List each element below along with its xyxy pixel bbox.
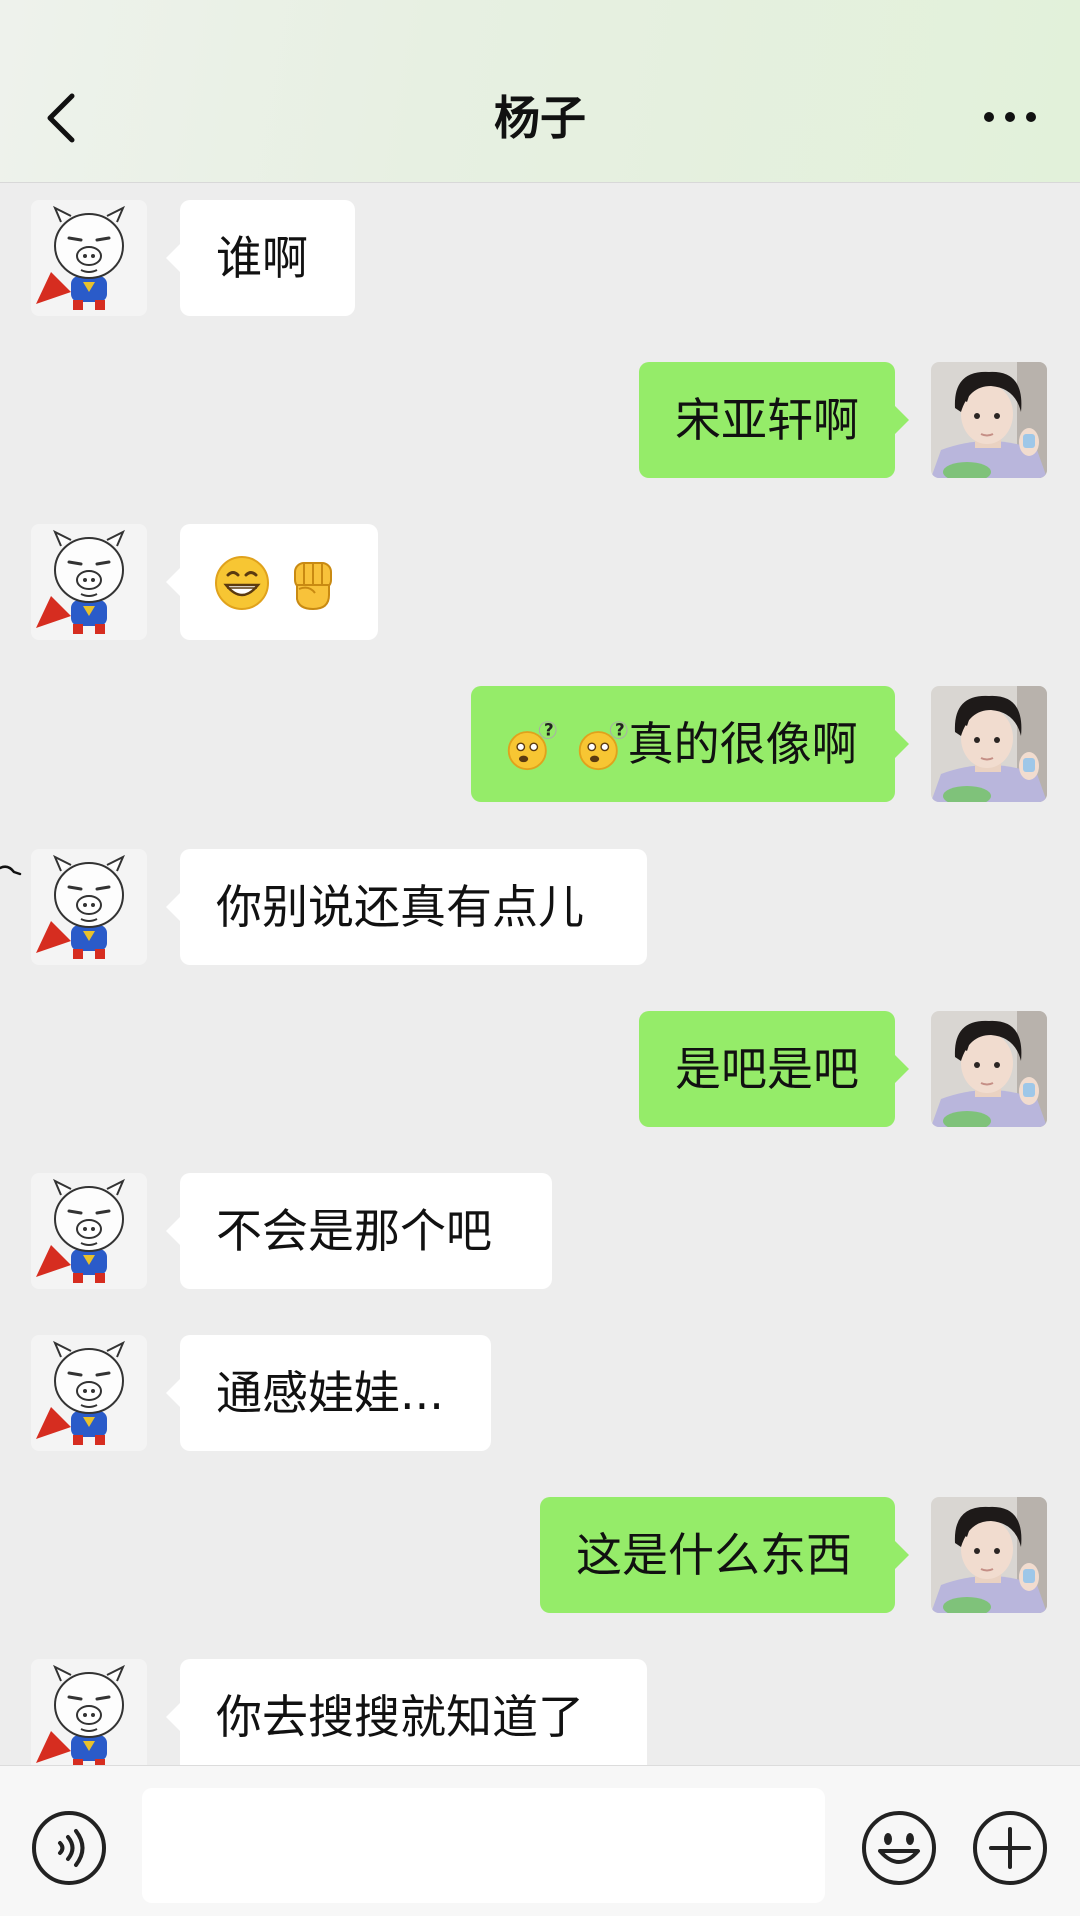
contact-avatar[interactable] [31,1173,147,1289]
message-sent: 是吧是吧 [0,1011,1080,1127]
message-received: 通感娃娃... [0,1335,1080,1451]
message-bubble[interactable]: 宋亚轩啊 [639,362,909,478]
emoji-icon[interactable] [860,1809,938,1887]
voice-icon[interactable] [30,1809,108,1887]
message-received: 不会是那个吧 [0,1173,1080,1289]
message-bubble[interactable]: 你别说还真有点儿 [166,849,647,965]
contact-avatar[interactable] [31,1659,147,1765]
contact-avatar[interactable] [31,524,147,640]
user-avatar[interactable] [931,1497,1047,1613]
user-avatar[interactable] [931,686,1047,802]
message-bubble[interactable]: 不会是那个吧 [166,1173,552,1289]
message-received: 谁啊 [0,200,1080,316]
user-avatar[interactable] [931,1011,1047,1127]
input-bar [0,1765,1080,1916]
message-bubble[interactable]: 这是什么东西 [540,1497,909,1613]
message-bubble[interactable]: ? ? 真的很像啊 [471,686,909,802]
confused-face-question-icon: ? [578,719,628,770]
message-sent: 这是什么东西 [0,1497,1080,1613]
edge-mark [0,865,22,876]
message-text: 真的很像啊 [627,717,858,771]
message-bubble[interactable]: 你去搜搜就知道了 [166,1659,647,1765]
user-avatar[interactable] [931,362,1047,478]
message-input[interactable] [142,1788,825,1903]
raised-fist-icon [293,561,332,610]
message-received: 你别说还真有点儿 [0,849,1080,965]
message-bubble[interactable]: 通感娃娃... [166,1335,491,1451]
chat-header: 杨子 [0,0,1080,183]
grinning-face-icon [215,555,269,610]
plus-icon[interactable] [971,1809,1049,1887]
confused-face-question-icon: ? [507,719,557,770]
message-received: 你去搜搜就知道了 [0,1659,1080,1765]
message-bubble[interactable]: 谁啊 [166,200,355,316]
message-sent: ? ? 真的很像啊 [0,686,1080,802]
contact-avatar[interactable] [31,200,147,316]
message-received [0,524,1080,640]
message-sent: 宋亚轩啊 [0,362,1080,478]
chat-messages[interactable]: 谁啊 宋亚轩啊 ? ? 真的很像啊 你别说还真有点儿 是吧是吧 不会是那个吧 通… [0,183,1080,1765]
message-bubble[interactable] [166,524,378,640]
message-bubble[interactable]: 是吧是吧 [639,1011,909,1127]
more-dots-icon[interactable] [980,95,1040,139]
contact-avatar[interactable] [31,849,147,965]
contact-avatar[interactable] [31,1335,147,1451]
chat-title: 杨子 [494,91,586,145]
